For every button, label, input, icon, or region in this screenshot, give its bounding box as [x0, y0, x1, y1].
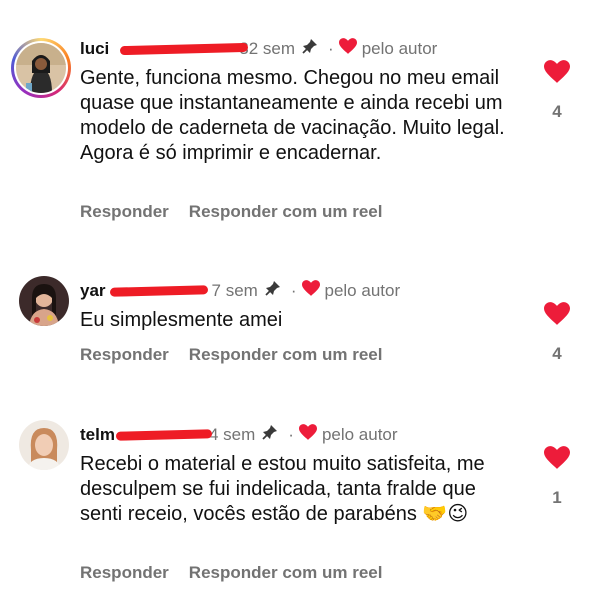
comment-meta: luci 32 sem · pelo autor — [80, 38, 437, 59]
like-control: 4 — [540, 302, 574, 364]
comment-meta: yar 7 sem · pelo autor — [80, 280, 400, 301]
heart-filled-icon[interactable] — [544, 60, 570, 87]
separator-dot: · — [290, 280, 297, 300]
separator-dot: · — [328, 38, 334, 58]
avatar-story-ring[interactable] — [11, 38, 71, 98]
username-text: yar — [80, 280, 106, 300]
liked-by-author-label: pelo autor — [361, 38, 438, 58]
comment-text: Recebi o material e estou muito satisfei… — [80, 453, 485, 525]
like-control: 4 — [540, 60, 574, 122]
comment-actions: Responder Responder com um reel — [80, 345, 382, 365]
like-control: 1 — [540, 446, 574, 508]
username-text: telm — [80, 424, 115, 444]
like-count[interactable]: 4 — [540, 344, 574, 364]
reply-button[interactable]: Responder — [80, 202, 169, 222]
heart-filled-icon[interactable] — [544, 302, 570, 329]
liked-by-author-label: pelo autor — [324, 280, 401, 300]
like-count[interactable]: 4 — [540, 102, 574, 122]
comment-text: Eu simplesmente amei — [80, 309, 283, 331]
redaction-mark — [119, 42, 249, 55]
avatar — [16, 43, 66, 93]
pin-icon — [302, 38, 318, 59]
username[interactable]: telm — [80, 424, 213, 445]
reply-with-reel-button[interactable]: Responder com um reel — [189, 563, 383, 583]
reply-button[interactable]: Responder — [80, 345, 169, 365]
pin-icon — [265, 280, 281, 301]
liked-by-author-label: pelo autor — [321, 424, 398, 444]
separator-dot: · — [288, 424, 294, 444]
reply-with-reel-button[interactable]: Responder com um reel — [189, 202, 383, 222]
heart-filled-icon — [338, 38, 357, 59]
comment-meta: telm 4 sem · pelo autor — [80, 424, 398, 445]
comment-text: Gente, funciona mesmo. Chegou no meu ema… — [80, 67, 505, 164]
heart-filled-icon — [298, 424, 317, 445]
username-text: luci — [80, 38, 110, 58]
pin-icon — [262, 424, 278, 445]
reply-button[interactable]: Responder — [80, 563, 169, 583]
like-count[interactable]: 1 — [540, 488, 574, 508]
heart-filled-icon[interactable] — [544, 446, 570, 473]
heart-filled-icon — [301, 280, 320, 301]
timestamp: 4 sem — [208, 424, 256, 444]
reply-with-reel-button[interactable]: Responder com um reel — [189, 345, 383, 365]
comment-actions: Responder Responder com um reel — [80, 563, 382, 583]
redaction-mark — [115, 428, 213, 441]
avatar[interactable] — [19, 276, 69, 326]
comment-actions: Responder Responder com um reel — [80, 202, 382, 222]
avatar[interactable] — [19, 420, 69, 470]
username[interactable]: yar — [80, 281, 210, 301]
timestamp: 7 sem — [211, 280, 258, 300]
redaction-mark — [109, 284, 209, 297]
username[interactable]: luci — [80, 38, 249, 59]
